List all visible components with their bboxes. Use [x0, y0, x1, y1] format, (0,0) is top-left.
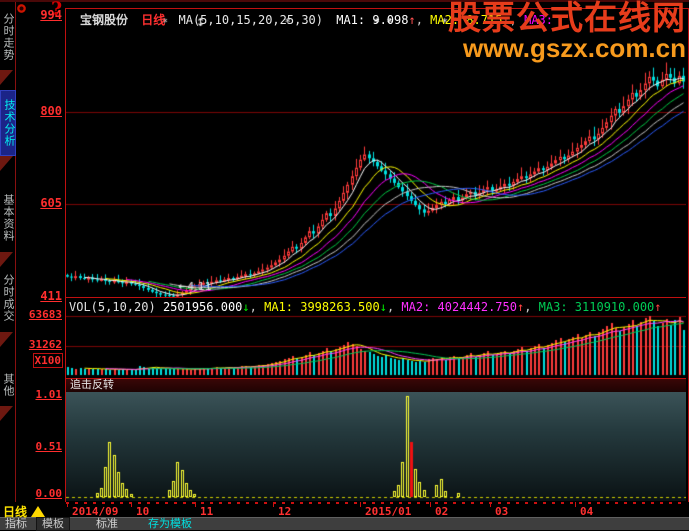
watermark-site-name: 股票公式在线网	[448, 0, 686, 36]
price-axis-label: 411	[40, 289, 62, 303]
volume-header-segment: VOL(5,10,20)	[69, 300, 156, 314]
trend-arrow-icon: ↓	[242, 300, 250, 314]
price-axis-label: 800	[40, 104, 62, 118]
indicator-axis-label: 0.00	[35, 487, 63, 500]
triangle-up-icon	[31, 506, 46, 517]
x-axis-tick-dashes	[66, 502, 687, 504]
toolbar-item-3[interactable]: 存为模板	[148, 518, 192, 530]
x-axis-tick	[490, 502, 491, 507]
tab-separator	[0, 156, 13, 171]
indicator-canvas[interactable]	[66, 392, 686, 501]
indicator-title: 追击反转	[70, 379, 114, 391]
indicator-axis-label: 1.01	[35, 388, 63, 401]
watermark: 股票公式在线网 www.gszx.com.cn	[448, 1, 686, 61]
tab-separator	[0, 406, 13, 421]
sidebar-tab-1[interactable]: 技术分析	[0, 90, 16, 156]
tab-separator	[0, 70, 13, 85]
x-axis-tick	[430, 502, 431, 507]
gear-icon	[17, 4, 26, 13]
axis-label-gutter: 994 800 605 411 63683 31262 X100 1.01 0.…	[16, 0, 65, 516]
x-axis-tick	[131, 502, 132, 507]
separator: ,	[249, 300, 265, 314]
volume-header-segment: MA2: 4024442.750	[401, 300, 517, 314]
bottom-toolbar: 指标 模板 标准 存为模板	[0, 517, 689, 531]
volume-header: VOL(5,10,20) 2501956.000↓, MA1: 3998263.…	[69, 300, 662, 314]
separator: ,	[386, 300, 402, 314]
indicator-axis-label: 0.51	[35, 440, 63, 453]
x-axis-tick	[273, 502, 274, 507]
trend-arrow-icon: ↑	[654, 300, 662, 314]
left-tab-strip: 分时走势技术分析基本资料分时成交其他	[0, 2, 16, 502]
chart-plot-area: 追击反转 宝钢股份 日线 MA(5,10,15,20,25,30) MA1: 9…	[65, 8, 689, 504]
ma-value-segment: MA1: 9.098	[336, 13, 409, 27]
stock-name: 宝钢股份	[80, 13, 129, 27]
tab-separator	[0, 252, 13, 267]
period-selector-label: 日线	[3, 505, 28, 519]
stock-app-window: { "sidebar": { "tabs": [ {"label": "分时走势…	[0, 0, 689, 531]
x-axis-tick	[575, 502, 576, 507]
toolbar-item-2[interactable]: 标准	[96, 518, 118, 530]
volume-unit-box: X100	[32, 353, 63, 368]
indicator-title-bar: 追击反转	[66, 379, 686, 392]
x-axis-tick	[67, 502, 68, 507]
trend-arrow-icon: ↑	[408, 13, 416, 27]
separator: ,	[524, 300, 539, 314]
help-question-mark[interactable]: ?	[51, 0, 62, 20]
watermark-url: www.gszx.com.cn	[463, 32, 686, 63]
volume-header-segment: 2501956.000	[162, 300, 243, 314]
trend-arrow-icon: ↓	[379, 300, 387, 314]
period-selector[interactable]: 日线	[3, 503, 46, 520]
ma-parameters: MA(5,10,15,20,25,30)	[178, 13, 324, 27]
sidebar-tab-3[interactable]: 分时成交	[1, 266, 14, 330]
sidebar-tab-2[interactable]: 基本资料	[1, 186, 14, 250]
separator: ,	[415, 13, 431, 27]
volume-header-segment: MA1: 3998263.500	[264, 300, 380, 314]
volume-axis-label: 63683	[28, 308, 62, 321]
volume-header-segment: MA3: 3110910.000	[538, 300, 655, 314]
separator	[156, 300, 163, 314]
sidebar-tab-0[interactable]: 分时走势	[1, 6, 14, 68]
x-axis-tick	[195, 502, 196, 507]
x-axis-tick	[360, 502, 361, 507]
sidebar-tab-4[interactable]: 其他	[1, 366, 14, 404]
volume-axis-label: 31262	[28, 338, 62, 351]
x-axis-strip: 2014/09 10 11 12 2015/01 02 03 04	[0, 502, 689, 518]
price-axis-label: 605	[40, 196, 62, 210]
tab-separator	[0, 332, 13, 347]
period-label[interactable]: 日线	[141, 13, 165, 27]
